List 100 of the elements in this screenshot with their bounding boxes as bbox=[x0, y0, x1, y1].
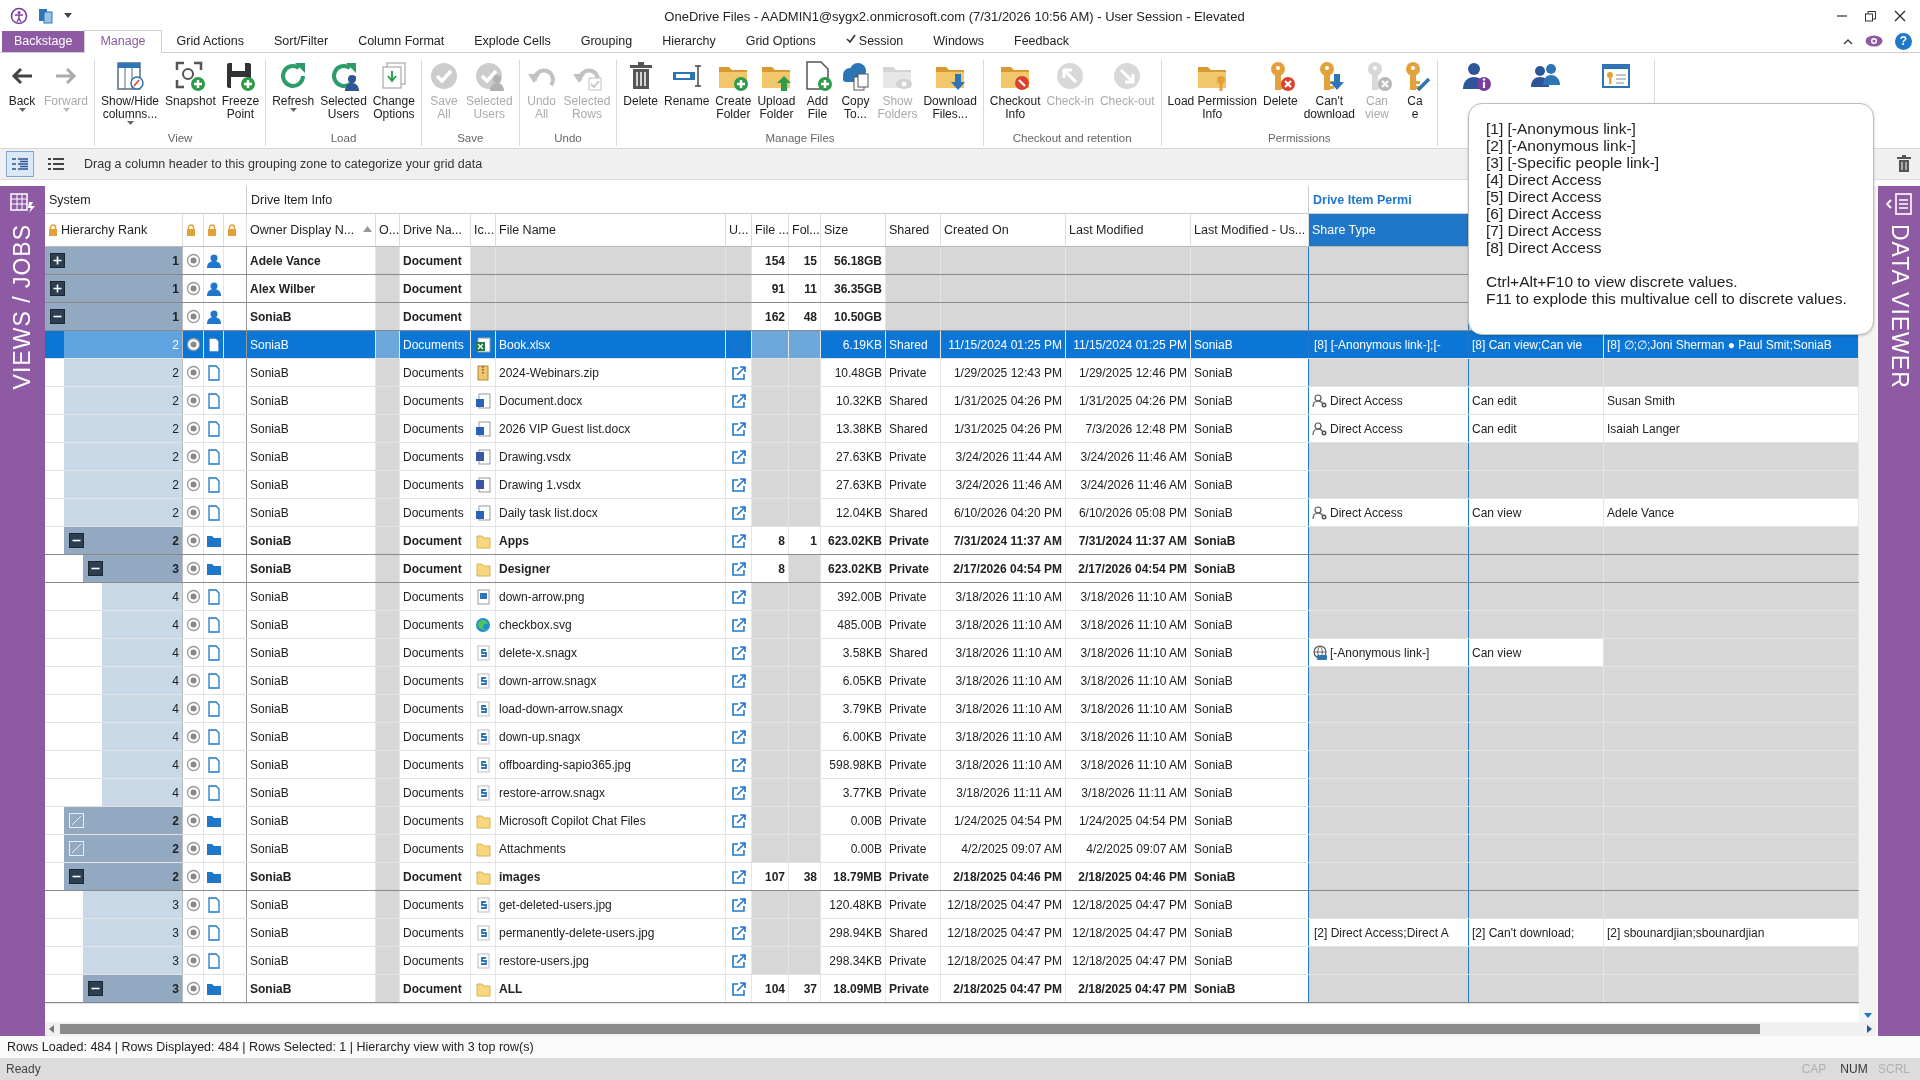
radio-icon[interactable] bbox=[185, 925, 201, 940]
table-row[interactable]: 2 SoniaB Document images 107 38 18.79MB Private 2/18/2025 04:46 PM 2/18/2025 04:46 PM SoniaB bbox=[45, 863, 1859, 891]
open-external-icon[interactable] bbox=[730, 448, 747, 465]
help-button[interactable]: ? bbox=[1895, 32, 1912, 50]
radio-icon[interactable] bbox=[185, 281, 201, 296]
table-row[interactable]: 3 SoniaB Document ALL 104 37 18.09MB Private 2/18/2025 04:47 PM 2/18/2025 04:47 PM SoniaB bbox=[45, 975, 1859, 1003]
menu-tab[interactable]: Grouping bbox=[565, 31, 648, 52]
open-external-icon[interactable] bbox=[730, 756, 747, 773]
radio-icon[interactable] bbox=[185, 785, 201, 800]
open-external-icon[interactable] bbox=[730, 616, 747, 633]
column-header[interactable]: File ... bbox=[752, 214, 789, 246]
ribbon-button[interactable]: Checkout Info bbox=[986, 60, 1044, 121]
ribbon-button[interactable]: Refresh bbox=[269, 60, 318, 113]
menu-tab[interactable]: Feedback bbox=[999, 31, 1084, 52]
radio-icon[interactable] bbox=[185, 533, 201, 548]
menu-tab[interactable]: Grid Actions bbox=[161, 31, 259, 52]
open-external-icon[interactable] bbox=[730, 532, 747, 549]
column-header[interactable]: O... bbox=[376, 214, 400, 246]
table-row[interactable]: 3 SoniaB Documents get-deleted-users.jpg 120.48KB Private 12/18/2025 04:47 PM 12/18/2025 04:47 PM SoniaB bbox=[45, 891, 1859, 919]
ribbon-button[interactable]: Create Folder bbox=[712, 60, 755, 121]
radio-icon[interactable] bbox=[185, 421, 201, 436]
radio-icon[interactable] bbox=[185, 645, 201, 660]
open-external-icon[interactable] bbox=[730, 784, 747, 801]
table-row[interactable]: 4 SoniaB Documents offboarding-sapio365.jpg 598.98KB Private 3/18/2026 11:10 AM 3/18/2026 11:10 AM SoniaB bbox=[45, 751, 1859, 779]
views-panel[interactable]: VIEWS / JOBS bbox=[0, 186, 45, 1036]
ribbon-button[interactable]: Rename bbox=[661, 60, 713, 108]
ribbon-button[interactable]: Upload Folder bbox=[754, 60, 799, 121]
expand-toggle[interactable] bbox=[69, 533, 84, 548]
radio-icon[interactable] bbox=[185, 561, 201, 576]
radio-icon[interactable] bbox=[185, 477, 201, 492]
ribbon-button[interactable]: Delete bbox=[1259, 60, 1301, 108]
column-header[interactable]: Shared bbox=[886, 214, 941, 246]
open-external-icon[interactable] bbox=[730, 840, 747, 857]
open-external-icon[interactable] bbox=[730, 868, 747, 885]
ribbon-button[interactable]: Show/Hide columns... bbox=[98, 60, 163, 126]
restore-icon[interactable] bbox=[1865, 10, 1876, 22]
menu-tab[interactable]: Column Format bbox=[343, 31, 460, 52]
open-external-icon[interactable] bbox=[730, 476, 747, 493]
expand-toggle[interactable] bbox=[88, 981, 103, 996]
open-external-icon[interactable] bbox=[730, 560, 747, 577]
ribbon-button[interactable]: Ca e bbox=[1396, 60, 1435, 121]
radio-icon[interactable] bbox=[185, 309, 201, 324]
ribbon-button[interactable]: Change Options bbox=[369, 60, 418, 121]
open-external-icon[interactable] bbox=[730, 728, 747, 745]
ribbon-button[interactable]: Back bbox=[3, 60, 41, 113]
radio-icon[interactable] bbox=[185, 449, 201, 464]
radio-icon[interactable] bbox=[185, 841, 201, 856]
radio-icon[interactable] bbox=[185, 897, 201, 912]
table-row[interactable]: 2 SoniaB Documents 2026 VIP Guest list.docx 13.38KB Shared 1/31/2025 04:26 PM 7/3/2026 12:48 PM SoniaB Direct Access Can edit Isaiah Langer bbox=[45, 415, 1859, 443]
scrollbar-thumb[interactable] bbox=[60, 1024, 1760, 1034]
expand-toggle[interactable] bbox=[69, 869, 84, 884]
menu-tab[interactable]: Hierarchy bbox=[647, 31, 731, 52]
ribbon-button[interactable]: Freeze Point bbox=[218, 60, 263, 121]
ribbon-button[interactable]: Can't download bbox=[1300, 60, 1359, 121]
open-external-icon[interactable] bbox=[730, 420, 747, 437]
column-header[interactable]: Created On bbox=[941, 214, 1066, 246]
ribbon-button[interactable]: Add File bbox=[798, 60, 837, 121]
radio-icon[interactable] bbox=[185, 673, 201, 688]
column-header[interactable]: Size bbox=[821, 214, 886, 246]
column-header[interactable]: Owner Display N... bbox=[247, 214, 376, 246]
radio-icon[interactable] bbox=[185, 869, 201, 884]
table-row[interactable]: 2 SoniaB Documents Microsoft Copilot Chat Files 0.00B Private 1/24/2025 04:54 PM 1/24/2025 04:54 PM SoniaB bbox=[45, 807, 1859, 835]
table-row[interactable]: 2 SoniaB Documents Document.docx 10.32KB Shared 1/31/2025 04:26 PM 1/31/2025 04:26 PM SoniaB Direct Access Can edit Susan Smith bbox=[45, 387, 1859, 415]
table-row[interactable]: 4 SoniaB Documents down-arrow.snagx 6.05KB Private 3/18/2026 11:10 AM 3/18/2026 11:10 AM SoniaB bbox=[45, 667, 1859, 695]
table-row[interactable]: 2 SoniaB Documents Book.xlsx 6.19KB Shared 11/15/2024 01:25 PM 11/15/2024 01:25 PM SoniaB [8] [-Anonymous link-];[- [8] Can view;Can vie [8] ∅;∅;Joni Sherman ● Paul Smit;SoniaB bbox=[45, 331, 1859, 359]
table-row[interactable]: 2 SoniaB Documents 2024-Webinars.zip 10.48GB Private 1/29/2025 12:43 PM 1/29/2025 12:46 PM SoniaB bbox=[45, 359, 1859, 387]
open-external-icon[interactable] bbox=[730, 588, 747, 605]
open-external-icon[interactable] bbox=[730, 896, 747, 913]
menu-tab[interactable]: Sort/Filter bbox=[258, 31, 344, 52]
ribbon-button[interactable]: Download Files... bbox=[920, 60, 980, 121]
view-toggle-button[interactable] bbox=[6, 151, 34, 177]
menu-tab[interactable]: Windows bbox=[918, 31, 1000, 52]
radio-icon[interactable] bbox=[185, 757, 201, 772]
expand-toggle[interactable] bbox=[50, 281, 65, 296]
open-external-icon[interactable] bbox=[730, 924, 747, 941]
column-header[interactable]: Ic... bbox=[471, 214, 496, 246]
column-header[interactable]: U... bbox=[726, 214, 752, 246]
table-row[interactable]: 4 SoniaB Documents restore-arrow.snagx 3.77KB Private 3/18/2026 11:11 AM 3/18/2026 11:11 AM SoniaB bbox=[45, 779, 1859, 807]
ribbon-button[interactable]: Snapshot bbox=[162, 60, 219, 108]
radio-icon[interactable] bbox=[185, 253, 201, 268]
table-row[interactable]: 2 SoniaB Documents Drawing.vsdx 27.63KB Private 3/24/2026 11:44 AM 3/24/2026 11:46 AM SoniaB bbox=[45, 443, 1859, 471]
menu-tab[interactable]: Backstage bbox=[2, 31, 85, 52]
radio-icon[interactable] bbox=[185, 617, 201, 632]
table-row[interactable]: 4 SoniaB Documents down-up.snagx 6.00KB Private 3/18/2026 11:10 AM 3/18/2026 11:10 AM SoniaB bbox=[45, 723, 1859, 751]
column-header[interactable]: Drive Na... bbox=[400, 214, 471, 246]
column-header[interactable]: Fol... bbox=[789, 214, 821, 246]
eye-icon[interactable] bbox=[1865, 35, 1883, 47]
radio-icon[interactable] bbox=[185, 953, 201, 968]
ribbon-button[interactable]: Delete bbox=[620, 60, 661, 108]
table-row[interactable]: 2 SoniaB Documents Daily task list.docx 12.04KB Shared 6/10/2026 04:20 PM 6/10/2026 05:08 PM SoniaB Direct Access Can view Adele Vance bbox=[45, 499, 1859, 527]
ribbon-button[interactable]: Load Permission Info bbox=[1164, 60, 1260, 121]
radio-icon[interactable] bbox=[185, 393, 201, 408]
column-header[interactable]: File Name bbox=[496, 214, 726, 246]
table-row[interactable]: 4 SoniaB Documents load-down-arrow.snagx 3.79KB Private 3/18/2026 11:10 AM 3/18/2026 11:10 AM SoniaB bbox=[45, 695, 1859, 723]
menu-tab[interactable]: Session bbox=[830, 31, 919, 52]
table-row[interactable]: 3 SoniaB Documents restore-users.jpg 298.34KB Private 12/18/2025 04:47 PM 12/18/2025 04:47 PM SoniaB bbox=[45, 947, 1859, 975]
table-row[interactable]: 4 SoniaB Documents down-arrow.png 392.00B Private 3/18/2026 11:10 AM 3/18/2026 11:10 AM SoniaB bbox=[45, 583, 1859, 611]
open-external-icon[interactable] bbox=[730, 644, 747, 661]
table-row[interactable]: 2 SoniaB Documents Drawing 1.vsdx 27.63KB Private 3/24/2026 11:46 AM 3/24/2026 11:46 AM SoniaB bbox=[45, 471, 1859, 499]
open-external-icon[interactable] bbox=[730, 364, 747, 381]
